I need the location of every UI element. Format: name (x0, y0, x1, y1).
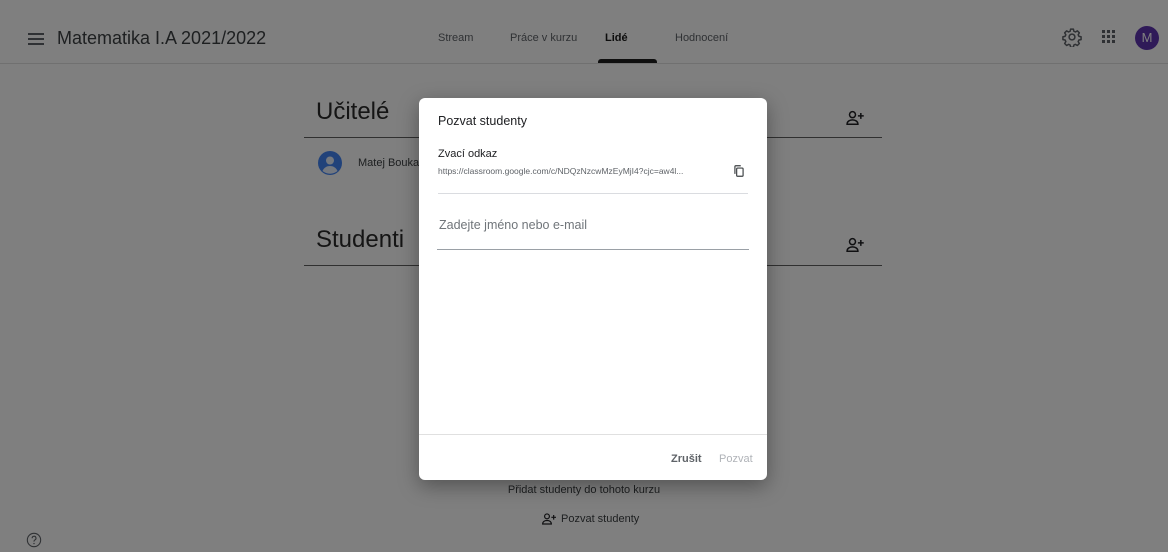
invite-students-dialog: Pozvat studenty Zvací odkaz https://clas… (419, 98, 767, 480)
dialog-title: Pozvat studenty (438, 114, 527, 128)
invite-link-label: Zvací odkaz (438, 148, 498, 160)
copy-icon[interactable] (732, 164, 746, 178)
divider (419, 434, 767, 435)
divider (438, 193, 748, 194)
invite-button[interactable]: Pozvat (719, 453, 753, 465)
cancel-button[interactable]: Zrušit (671, 453, 702, 465)
email-input[interactable] (437, 204, 749, 250)
invite-link-url[interactable]: https://classroom.google.com/c/NDQzNzcwM… (438, 166, 728, 176)
